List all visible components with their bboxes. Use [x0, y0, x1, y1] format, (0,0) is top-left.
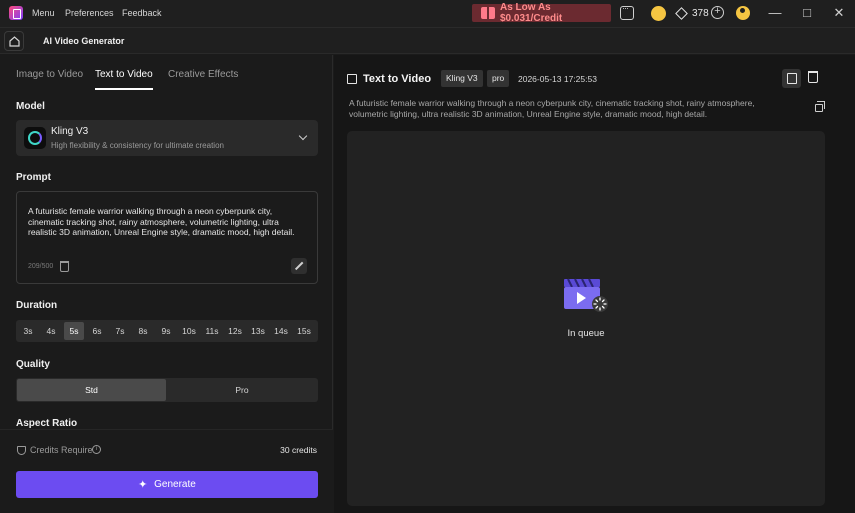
- maximize-icon[interactable]: □: [799, 5, 815, 21]
- chat-icon[interactable]: [620, 3, 634, 20]
- duration-option[interactable]: 10s: [179, 322, 199, 340]
- app-header: AI Video Generator: [0, 27, 855, 54]
- generate-button[interactable]: ✦ Generate: [16, 471, 318, 498]
- shield-icon: [17, 446, 26, 455]
- duration-option[interactable]: 12s: [225, 322, 245, 340]
- aspect-ratio-label: Aspect Ratio: [16, 418, 78, 429]
- credits-balance: 378: [692, 8, 709, 19]
- feedback-button[interactable]: Feedback: [122, 8, 162, 18]
- credits-required-value: 30 credits: [280, 445, 317, 455]
- duration-option[interactable]: 8s: [133, 322, 153, 340]
- timestamp: 2026-05-13 17:25:53: [518, 74, 597, 84]
- duration-option[interactable]: 3s: [18, 322, 38, 340]
- settings-panel: Image to Video Text to Video Creative Ef…: [0, 55, 333, 513]
- text-to-video-icon: [347, 74, 357, 84]
- character-count: 209/500: [28, 263, 54, 270]
- promo-banner[interactable]: As Low As $0.031/Credit: [472, 2, 611, 24]
- title-bar: Menu Preferences Feedback As Low As $0.0…: [0, 0, 855, 27]
- add-credits-icon[interactable]: +: [711, 6, 724, 19]
- sparkle-icon: ✦: [138, 478, 148, 491]
- duration-option[interactable]: 7s: [110, 322, 130, 340]
- duration-option[interactable]: 15s: [294, 322, 314, 340]
- duration-option[interactable]: 9s: [156, 322, 176, 340]
- tab-creative-effects[interactable]: Creative Effects: [168, 69, 238, 80]
- duration-option[interactable]: 6s: [87, 322, 107, 340]
- clear-prompt-icon[interactable]: [60, 261, 69, 272]
- video-queue-icon: [564, 278, 608, 312]
- quality-pro-button[interactable]: Pro: [167, 379, 317, 401]
- generate-label: Generate: [154, 479, 196, 490]
- model-name: Kling V3: [51, 126, 89, 137]
- info-icon[interactable]: i: [92, 445, 101, 454]
- gem-icon: [675, 7, 688, 20]
- quality-badge: pro: [487, 70, 510, 87]
- minimize-icon[interactable]: —: [767, 5, 783, 21]
- close-icon[interactable]: ✕: [831, 5, 847, 21]
- home-icon[interactable]: [4, 31, 24, 51]
- duration-option[interactable]: 13s: [248, 322, 268, 340]
- prompt-textarea[interactable]: A futuristic female warrior walking thro…: [16, 191, 318, 284]
- promo-text: As Low As $0.031/Credit: [500, 2, 563, 24]
- quality-selector: Std Pro: [16, 378, 318, 402]
- model-badge: Kling V3: [441, 70, 483, 87]
- duration-option[interactable]: 14s: [271, 322, 291, 340]
- tab-image-to-video[interactable]: Image to Video: [16, 69, 83, 80]
- video-preview: In queue: [347, 131, 825, 506]
- chevron-down-icon: [298, 131, 308, 141]
- duration-label: Duration: [16, 300, 58, 311]
- model-selector[interactable]: Kling V3 High flexibility & consistency …: [16, 120, 318, 156]
- result-prompt: A futuristic female warrior walking thro…: [349, 98, 755, 119]
- prompt-text[interactable]: A futuristic female warrior walking thro…: [28, 206, 308, 238]
- result-title: Text to Video: [363, 73, 432, 85]
- delete-icon[interactable]: [808, 71, 818, 83]
- model-description: High flexibility & consistency for ultim…: [51, 141, 224, 150]
- credits-require-label: Credits Require: [30, 445, 93, 455]
- menu-button[interactable]: Menu: [32, 8, 55, 18]
- preferences-button[interactable]: Preferences: [65, 8, 114, 18]
- generate-footer: Credits Require i 30 credits ✦ Generate: [0, 429, 333, 513]
- model-label: Model: [16, 101, 45, 112]
- app-logo-icon: [9, 6, 23, 20]
- duration-selector: 3s 4s 5s 6s 7s 8s 9s 10s 11s 12s 13s 14s…: [16, 320, 318, 342]
- duration-option[interactable]: 11s: [202, 322, 222, 340]
- coin-icon[interactable]: [651, 6, 666, 21]
- copy-icon[interactable]: [815, 101, 825, 112]
- quality-std-button[interactable]: Std: [17, 379, 166, 401]
- duration-option-selected[interactable]: 5s: [64, 322, 84, 340]
- gift-icon: [481, 7, 495, 19]
- kling-logo-icon: [24, 127, 46, 149]
- prompt-label: Prompt: [16, 172, 51, 183]
- duration-option[interactable]: 4s: [41, 322, 61, 340]
- active-tab-indicator: [95, 88, 153, 90]
- tab-text-to-video[interactable]: Text to Video: [95, 69, 153, 80]
- account-icon[interactable]: [736, 6, 750, 20]
- app-title: AI Video Generator: [43, 36, 125, 46]
- queue-status: In queue: [567, 328, 605, 339]
- result-panel: Text to Video Kling V3 pro 2026-05-13 17…: [334, 55, 855, 513]
- edit-icon[interactable]: [782, 69, 801, 88]
- magic-wand-icon[interactable]: [291, 258, 307, 274]
- quality-label: Quality: [16, 359, 50, 370]
